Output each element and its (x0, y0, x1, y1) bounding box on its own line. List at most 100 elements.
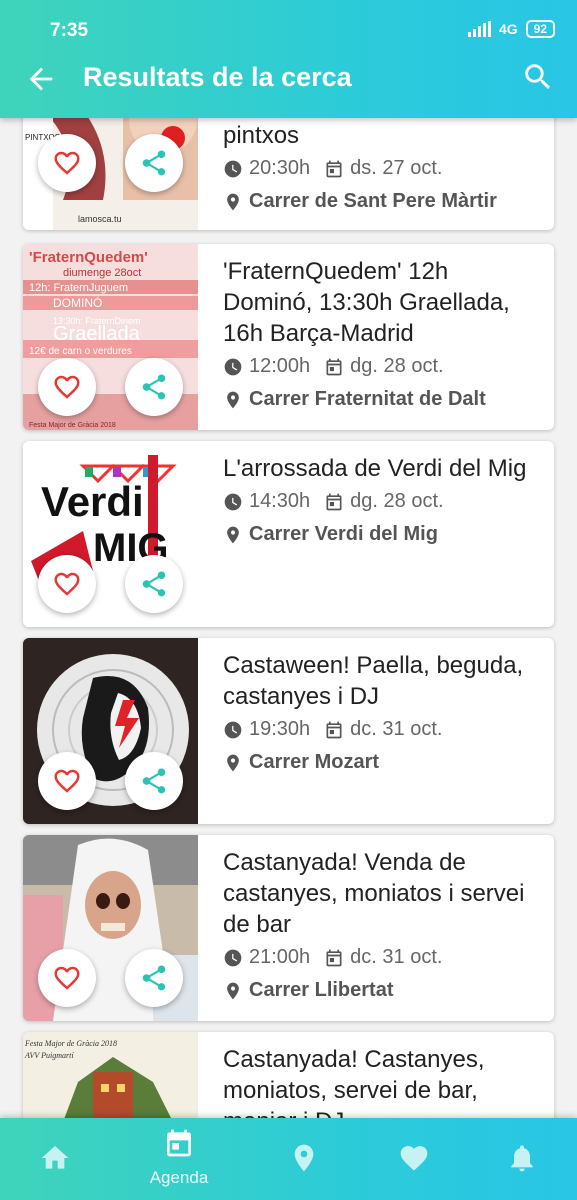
calendar-icon (167, 1129, 191, 1157)
location-pin-icon (227, 526, 239, 543)
event-title: pintxos (223, 122, 300, 149)
share-icon (142, 768, 166, 794)
map-pin-icon (294, 1144, 314, 1172)
nav-agenda[interactable]: Agenda (129, 1118, 229, 1200)
poster-text: DOMINÓ (53, 295, 102, 310)
event-info: pintxos 20:30h ds. 27 oct. Carrer de San… (223, 120, 544, 213)
nav-favorites[interactable] (364, 1118, 464, 1200)
event-datetime: 21:00h dc. 31 oct. (223, 946, 544, 969)
event-date: dg. 28 oct. (350, 490, 444, 512)
event-info: Castaween! Paella, beguda, castanyes i D… (223, 650, 544, 774)
heart-outline-icon (54, 966, 80, 990)
nav-home[interactable] (5, 1118, 105, 1200)
event-date: dc. 31 oct. (350, 718, 443, 740)
heart-outline-icon (54, 375, 80, 399)
event-location: Carrer Fraternitat de Dalt (223, 388, 544, 411)
clock-icon (224, 949, 242, 966)
share-icon (142, 374, 166, 400)
share-button[interactable] (125, 949, 183, 1007)
event-place: Carrer Fraternitat de Dalt (249, 388, 486, 410)
event-location: Carrer Llibertat (223, 979, 544, 1002)
poster-text: Festa Major de Gràcia 2018 (29, 422, 116, 429)
share-button[interactable] (125, 555, 183, 613)
event-place: Carrer Mozart (249, 751, 380, 773)
event-title: Castaween! Paella, beguda, castanyes i D… (223, 652, 524, 710)
event-date: ds. 27 oct. (350, 157, 443, 179)
share-icon (142, 965, 166, 991)
poster-text: Verdi (41, 478, 144, 525)
poster-text: AVV Puigmartí (24, 1051, 74, 1060)
favorite-button[interactable] (38, 555, 96, 613)
poster-text: 12h: FraternJuguem (29, 282, 128, 294)
poster-text: Graellada (53, 323, 141, 345)
event-card[interactable]: 'FraternQuedem' diumenge 28oct 12h: Frat… (23, 244, 554, 430)
calendar-icon (326, 160, 342, 177)
nav-notifications[interactable] (472, 1118, 572, 1200)
event-place: Carrer Verdi del Mig (249, 523, 438, 545)
event-date: dg. 28 oct. (350, 355, 444, 377)
location-pin-icon (227, 982, 239, 999)
bottom-navigation: Agenda (0, 1118, 577, 1200)
event-location: Carrer Verdi del Mig (223, 523, 544, 546)
signal-icon (467, 21, 491, 37)
event-info: Castanyada! Venda de castanyes, moniatos… (223, 847, 544, 1002)
event-place: Carrer Llibertat (249, 979, 394, 1001)
app-bar: Resultats de la cerca (0, 44, 577, 114)
clock-icon (224, 358, 242, 375)
event-info: L'arrossada de Verdi del Mig 14:30h dg. … (223, 453, 544, 546)
location-pin-icon (227, 754, 239, 771)
share-icon (142, 571, 166, 597)
event-datetime: 20:30h ds. 27 oct. (223, 157, 544, 180)
heart-outline-icon (54, 151, 80, 175)
status-indicators: 4G 92 (467, 20, 555, 38)
share-button[interactable] (125, 134, 183, 192)
event-card[interactable]: Castanyada! Venda de castanyes, moniatos… (23, 835, 554, 1021)
poster-text: Festa Major de Gràcia 2018 (24, 1039, 117, 1048)
heart-icon (400, 1146, 428, 1171)
event-time: 19:30h (249, 718, 311, 740)
favorite-button[interactable] (38, 358, 96, 416)
heart-outline-icon (54, 572, 80, 596)
clock-icon (224, 493, 242, 510)
event-card[interactable]: Castaween! Paella, beguda, castanyes i D… (23, 638, 554, 824)
event-time: 20:30h (249, 157, 311, 179)
event-date: dc. 31 oct. (350, 946, 443, 968)
share-button[interactable] (125, 752, 183, 810)
event-title: L'arrossada de Verdi del Mig (223, 455, 527, 482)
event-datetime: 19:30h dc. 31 oct. (223, 718, 544, 741)
location-pin-icon (227, 193, 239, 210)
event-title: Castanyada! Venda de castanyes, moniatos… (223, 849, 525, 938)
calendar-icon (326, 949, 342, 966)
poster-text: diumenge 28oct (63, 267, 141, 279)
page-title: Resultats de la cerca (83, 62, 352, 92)
back-arrow-icon[interactable] (24, 62, 58, 96)
event-place: Carrer de Sant Pere Màrtir (249, 190, 497, 212)
favorite-button[interactable] (38, 752, 96, 810)
nav-agenda-label: Agenda (149, 1168, 209, 1187)
event-title: 'FraternQuedem' 12h Dominó, 13:30h Grael… (223, 258, 510, 347)
event-location: Carrer Mozart (223, 751, 544, 774)
location-pin-icon (227, 391, 239, 408)
search-icon[interactable] (521, 60, 555, 94)
favorite-button[interactable] (38, 134, 96, 192)
nav-map[interactable] (254, 1118, 354, 1200)
event-card[interactable]: Verdi MIG L'arrossada de Verdi del Mig 1… (23, 441, 554, 627)
favorite-button[interactable] (38, 949, 96, 1007)
event-time: 14:30h (249, 490, 311, 512)
event-datetime: 12:00h dg. 28 oct. (223, 355, 544, 378)
event-location: Carrer de Sant Pere Màrtir (223, 190, 544, 213)
share-button[interactable] (125, 358, 183, 416)
poster-text: 12€ de carn o verdures (29, 346, 132, 357)
bell-icon (511, 1145, 533, 1172)
status-time: 7:35 (50, 20, 89, 41)
calendar-icon (326, 493, 342, 510)
app-header: 7:35 4G 92 Resultats de la cerca (0, 0, 577, 118)
clock-icon (224, 721, 242, 738)
poster-text: lamosca.tu (78, 214, 122, 224)
event-time: 21:00h (249, 946, 311, 968)
poster-text: 'FraternQuedem' (29, 249, 148, 266)
event-time: 12:00h (249, 355, 311, 377)
clock-icon (224, 160, 242, 177)
share-icon (142, 150, 166, 176)
event-datetime: 14:30h dg. 28 oct. (223, 490, 544, 513)
